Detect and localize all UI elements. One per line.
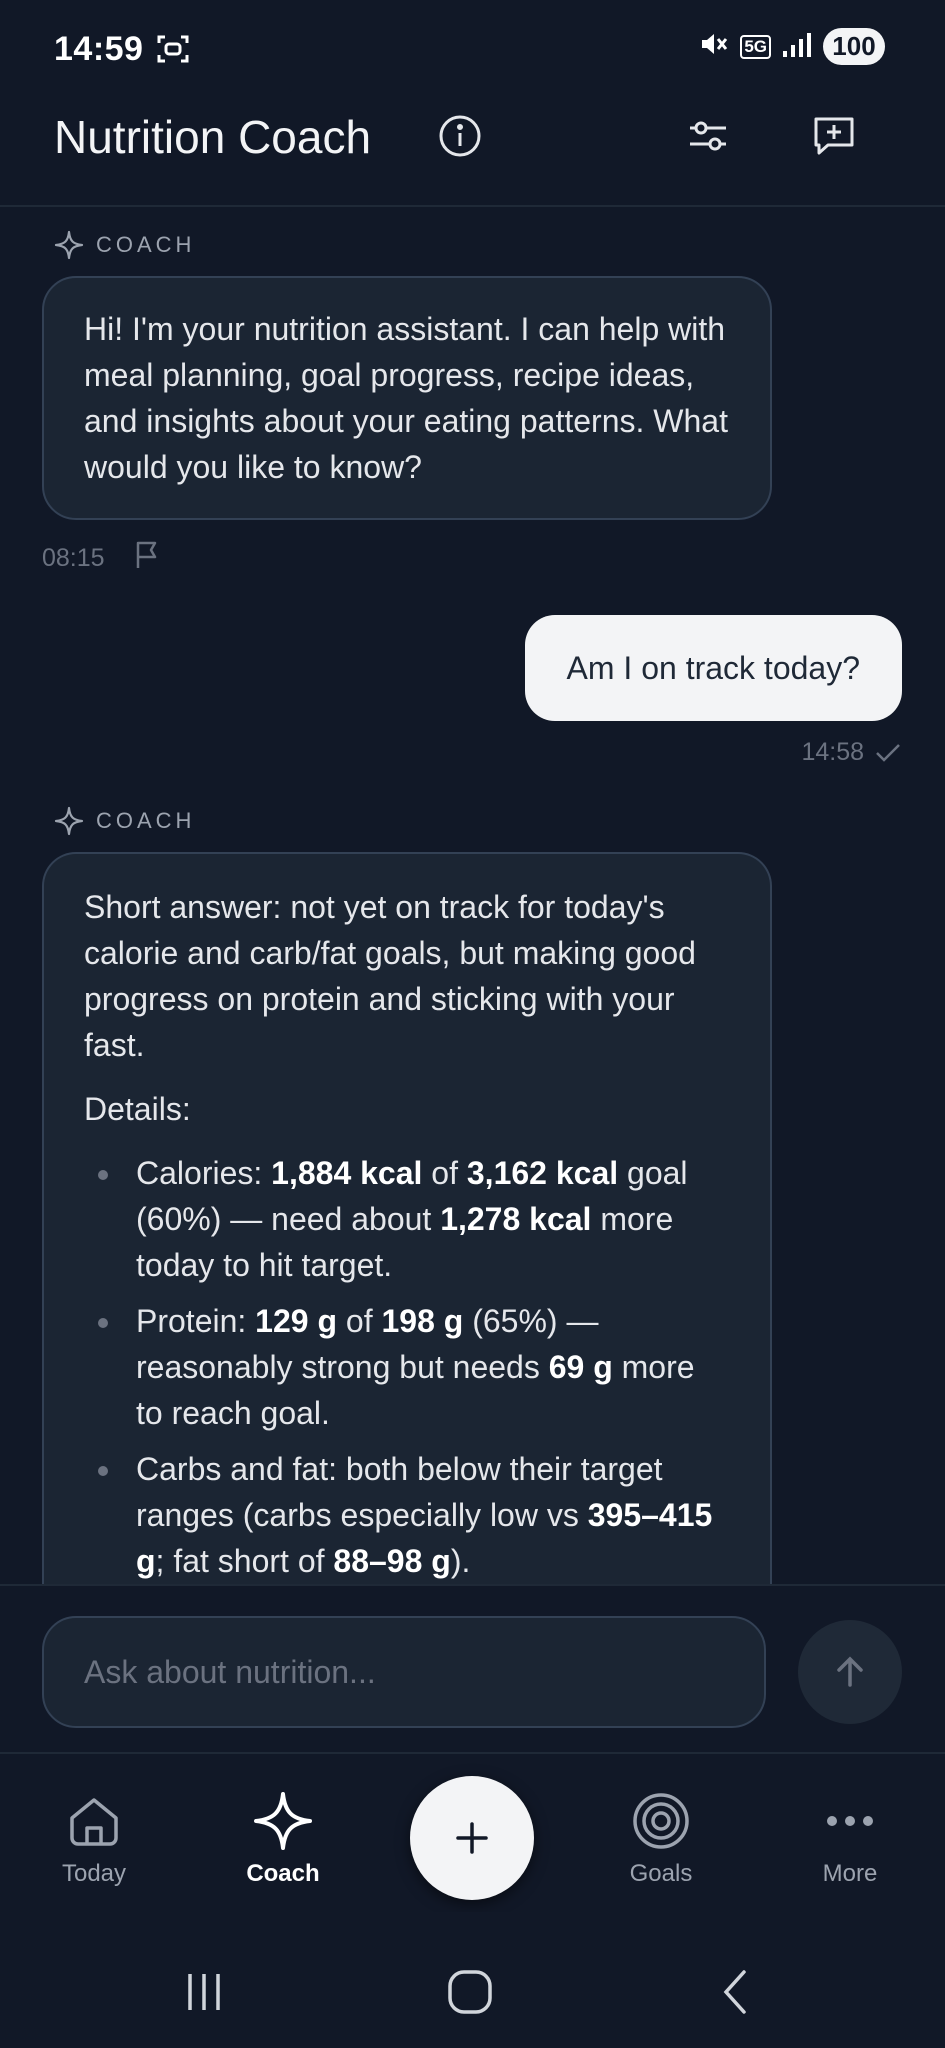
target-icon (633, 1793, 689, 1849)
sparkle-icon (254, 1792, 312, 1850)
details-list: Calories: 1,884 kcal of 3,162 kcal goal … (84, 1150, 730, 1584)
coach-message-bubble: Short answer: not yet on track for today… (42, 852, 772, 1612)
nav-item-today[interactable]: Today (24, 1788, 164, 1888)
page-title: Nutrition Coach (54, 111, 372, 163)
nav-label: More (822, 1860, 878, 1887)
status-time: 14:59 (54, 30, 144, 68)
message-meta: 08:15 (42, 540, 161, 577)
sparkle-icon (54, 230, 84, 260)
home-circle-icon (448, 1970, 492, 2014)
message-time: 14:58 (801, 738, 864, 766)
info-button[interactable] (432, 108, 488, 164)
arrow-up-icon (837, 1656, 863, 1687)
signal-icon (783, 31, 811, 62)
nav-item-more[interactable]: More (780, 1788, 920, 1888)
battery-indicator: 100 (823, 28, 885, 65)
screen-capture-icon (156, 32, 190, 66)
coach-sender-label: COACH (54, 230, 195, 260)
list-item-calories: Calories: 1,884 kcal of 3,162 kcal goal … (98, 1150, 730, 1288)
recent-apps-icon (188, 1974, 220, 2010)
message-text: Hi! I'm your nutrition assistant. I can … (84, 311, 728, 485)
message-composer: Ask about nutrition... (0, 1584, 945, 1754)
user-message-bubble: Am I on track today? (524, 615, 902, 721)
send-button[interactable] (798, 1620, 902, 1724)
nav-item-coach[interactable]: Coach (213, 1788, 353, 1888)
details-label: Details: (84, 1091, 191, 1127)
plus-icon (456, 1822, 488, 1854)
status-bar: 14:59 5G 100 (0, 0, 945, 100)
back-button[interactable] (706, 1962, 766, 2022)
sliders-icon (690, 121, 726, 151)
new-chat-icon (814, 117, 854, 155)
filter-settings-button[interactable] (680, 108, 736, 164)
network-5g-label: 5G (740, 34, 771, 59)
list-item-carbs-fat: Carbs and fat: both below their target r… (98, 1446, 730, 1584)
checkmark-icon (876, 743, 900, 762)
sender-name: COACH (96, 808, 196, 833)
message-meta: 14:58 (801, 738, 902, 767)
message-intro: Short answer: not yet on track for today… (84, 889, 696, 1063)
back-arrow-icon (723, 1970, 746, 2014)
nav-label: Coach (246, 1860, 320, 1887)
new-chat-button[interactable] (806, 108, 862, 164)
info-icon (439, 115, 481, 157)
nav-label: Goals (629, 1860, 693, 1887)
flag-button[interactable] (133, 540, 161, 577)
sender-name: COACH (96, 232, 196, 257)
nav-item-goals[interactable]: Goals (591, 1788, 731, 1888)
mute-icon (698, 29, 728, 64)
bottom-navigation: Today Coach Goals More (0, 1752, 945, 1914)
sparkle-icon (54, 806, 84, 836)
more-dots-icon (827, 1816, 873, 1826)
flag-icon (136, 541, 156, 568)
home-button[interactable] (440, 1962, 500, 2022)
home-icon (70, 1798, 118, 1846)
chat-input[interactable]: Ask about nutrition... (42, 1616, 766, 1728)
nav-label: Today (61, 1860, 127, 1887)
list-item-protein: Protein: 129 g of 198 g (65%) — reasonab… (98, 1298, 730, 1436)
system-navigation-bar (0, 1912, 945, 2048)
coach-message-bubble: Hi! I'm your nutrition assistant. I can … (42, 276, 772, 520)
app-header: Nutrition Coach (0, 100, 945, 207)
coach-sender-label: COACH (54, 806, 195, 836)
message-text: Am I on track today? (566, 650, 860, 686)
recent-apps-button[interactable] (174, 1962, 234, 2022)
message-time: 08:15 (42, 544, 105, 572)
add-entry-button[interactable] (410, 1776, 534, 1900)
status-indicators: 5G 100 (698, 28, 885, 65)
